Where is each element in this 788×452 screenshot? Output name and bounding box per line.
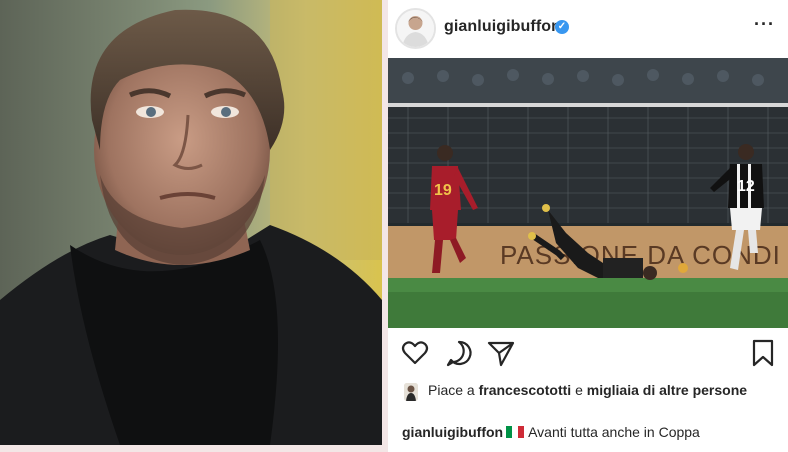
share-icon[interactable]: [486, 338, 516, 368]
juventus-player-number: 12: [737, 178, 755, 195]
likes-prefix: Piace a: [428, 382, 475, 398]
liker-avatar-image: [404, 383, 418, 401]
player-portrait-photo: [0, 0, 382, 445]
caption-username[interactable]: gianluigibuffon: [402, 424, 503, 440]
likes-text: Piace a francescototti e migliaia di alt…: [428, 380, 758, 400]
bottom-border: [0, 445, 388, 452]
post-header: gianluigibuffon ✓ ···: [388, 0, 788, 58]
post-username[interactable]: gianluigibuffon: [444, 18, 561, 36]
liker-username[interactable]: francescototti: [479, 382, 572, 398]
verified-badge-icon: ✓: [555, 20, 569, 34]
heart-icon[interactable]: [400, 338, 430, 368]
caption-text: Avanti tutta anche in Coppa: [528, 424, 700, 440]
avatar-image: [397, 10, 434, 47]
post-caption: gianluigibuffon Avanti tutta anche in Cop…: [402, 424, 700, 440]
likes-connector: e: [575, 382, 583, 398]
likes-others-link[interactable]: migliaia di altre persone: [587, 382, 747, 398]
bookmark-icon[interactable]: [748, 338, 778, 368]
instagram-post: gianluigibuffon ✓ ··· PASSIONE DA CONDI …: [388, 0, 788, 452]
post-actions-bar: [388, 330, 788, 372]
roma-player-number: 19: [434, 182, 452, 199]
post-image[interactable]: PASSIONE DA CONDI 19 12: [388, 58, 788, 328]
portrait-illustration: [0, 0, 382, 445]
liker-avatar[interactable]: [404, 383, 418, 401]
comment-icon[interactable]: [444, 338, 474, 368]
profile-avatar[interactable]: [395, 8, 436, 49]
match-photo: PASSIONE DA CONDI 19 12: [388, 58, 788, 328]
likes-summary: Piace a francescototti e migliaia di alt…: [388, 378, 788, 422]
italy-flag-icon: [506, 425, 525, 438]
more-options-icon[interactable]: ···: [754, 14, 775, 35]
